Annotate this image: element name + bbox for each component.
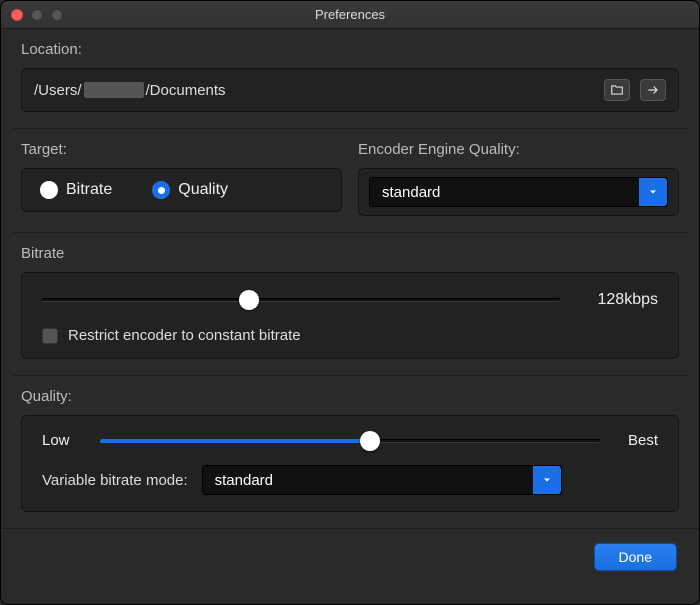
quality-best-label: Best [618,432,658,449]
location-label: Location: [21,41,679,58]
encoder-quality-column: Encoder Engine Quality: standard [358,141,679,216]
slider-thumb[interactable] [239,290,259,310]
chevron-down-icon [533,466,561,494]
bitrate-well: 128kbps Restrict encoder to constant bit… [21,272,679,359]
location-path-suffix: /Documents [146,82,226,99]
bitrate-value: 128kbps [578,291,658,309]
close-window-button[interactable] [11,9,23,21]
location-section: Location: /Users/ /Documents [13,29,687,129]
target-quality-label: Quality [178,181,228,199]
location-path-prefix: /Users/ [34,82,82,99]
titlebar: Preferences [1,1,699,29]
radio-off-icon [40,181,58,199]
bitrate-section: Bitrate 128kbps Restrict encoder to cons… [13,233,687,376]
restrict-constant-bitrate-checkbox[interactable]: Restrict encoder to constant bitrate [42,327,658,344]
location-well: /Users/ /Documents [21,68,679,112]
target-encoder-section: Target: Bitrate Quality Encoder Engine Q… [13,129,687,233]
slider-thumb[interactable] [360,431,380,451]
quality-section: Quality: Low Best Variable bitrate mode:… [13,376,687,528]
chevron-down-icon [639,178,667,206]
encoder-quality-well: standard [358,168,679,216]
quality-low-label: Low [42,432,82,449]
minimize-window-button[interactable] [31,9,43,21]
dialog-footer: Done [1,528,699,585]
arrow-right-icon [646,83,660,97]
vbr-mode-label: Variable bitrate mode: [42,472,188,489]
radio-on-icon [152,181,170,199]
vbr-mode-select[interactable]: standard [202,465,562,495]
target-label: Target: [21,141,342,158]
window-controls [11,9,63,21]
done-button[interactable]: Done [594,543,677,571]
target-column: Target: Bitrate Quality [21,141,342,216]
bitrate-label: Bitrate [21,245,679,262]
zoom-window-button[interactable] [51,9,63,21]
window-title: Preferences [1,7,699,22]
target-quality-radio[interactable]: Quality [152,181,228,199]
restrict-constant-bitrate-label: Restrict encoder to constant bitrate [68,327,301,344]
location-path-redacted [84,82,144,98]
location-path: /Users/ /Documents [34,82,226,99]
target-bitrate-radio[interactable]: Bitrate [40,181,112,199]
vbr-mode-value: standard [215,472,273,489]
folder-icon [610,83,624,97]
encoder-quality-select[interactable]: standard [369,177,668,207]
browse-folder-button[interactable] [604,79,630,101]
target-bitrate-label: Bitrate [66,181,112,199]
bitrate-slider[interactable] [42,292,560,308]
quality-well: Low Best Variable bitrate mode: standard [21,415,679,512]
target-radio-group: Bitrate Quality [21,168,342,212]
encoder-quality-label: Encoder Engine Quality: [358,141,679,158]
checkbox-icon [42,328,58,344]
quality-slider[interactable] [100,433,600,449]
quality-label: Quality: [21,388,679,405]
encoder-quality-value: standard [382,184,440,201]
reveal-location-button[interactable] [640,79,666,101]
